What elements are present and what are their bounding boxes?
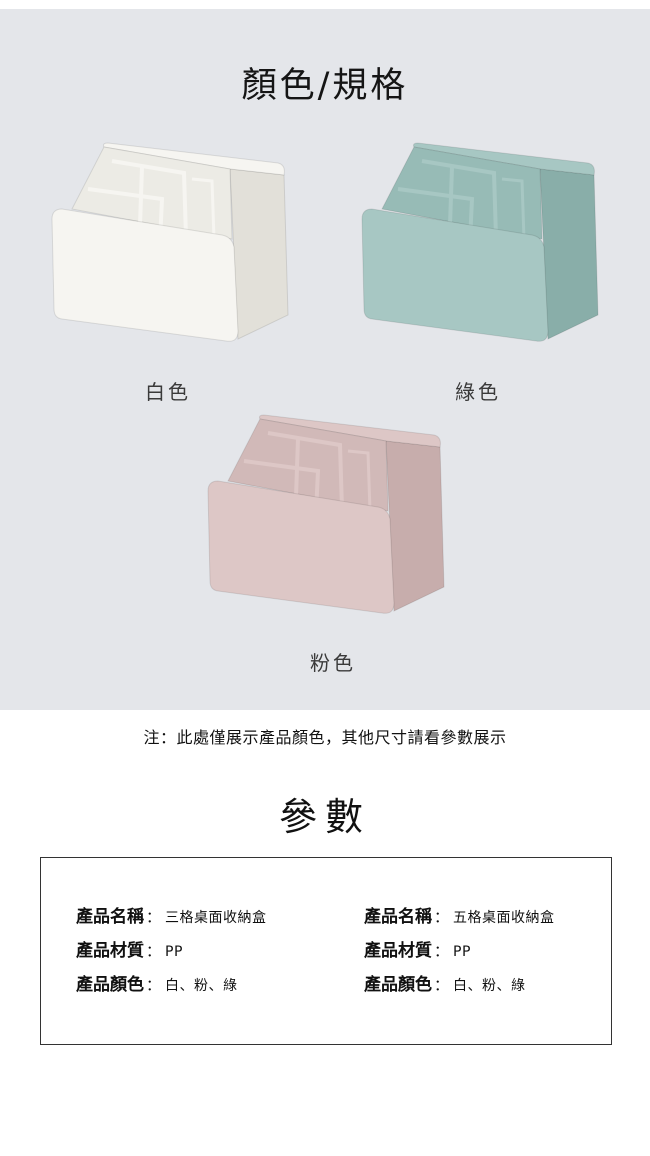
spec-colon: ： bbox=[146, 976, 162, 994]
spec-value: 五格桌面收納盒 bbox=[453, 910, 555, 926]
organizer-pink-illustration bbox=[207, 414, 445, 614]
spec-colon: ： bbox=[146, 908, 162, 926]
colors-section-title: 顏色/規格 bbox=[241, 66, 409, 106]
spec-row: 產品名稱：三格桌面收納盒 bbox=[76, 902, 267, 936]
product-image-pink bbox=[198, 411, 448, 623]
organizer-divider bbox=[448, 166, 454, 226]
top-strip bbox=[0, 0, 650, 9]
organizer-divider bbox=[294, 438, 300, 498]
color-note: 注：此處僅展示產品顏色，其他尺寸請看參數展示 bbox=[143, 728, 507, 747]
spec-value: 三格桌面收納盒 bbox=[165, 910, 267, 926]
spec-column-three-grid: 產品名稱：三格桌面收納盒 產品材質： PP 產品顏色：白、粉、綠 bbox=[76, 902, 267, 1004]
spec-value: 白、粉、綠 bbox=[453, 978, 526, 994]
organizer-green-illustration bbox=[361, 142, 599, 342]
spec-key: 產品名稱 bbox=[364, 907, 432, 927]
spec-key: 產品顏色 bbox=[364, 975, 432, 995]
spec-value: PP bbox=[453, 944, 471, 960]
organizer-side-panel bbox=[539, 168, 599, 340]
spec-key: 產品顏色 bbox=[76, 975, 144, 995]
spec-section-title: 參數 bbox=[278, 795, 371, 839]
product-image-green bbox=[352, 139, 602, 351]
spec-colon: ： bbox=[434, 976, 450, 994]
spec-colon: ： bbox=[434, 942, 450, 960]
spec-row: 產品材質： PP bbox=[364, 936, 555, 970]
spec-colon: ： bbox=[146, 942, 162, 960]
color-label-green: 綠色 bbox=[455, 380, 501, 404]
spec-colon: ： bbox=[434, 908, 450, 926]
spec-value: 白、粉、綠 bbox=[165, 978, 238, 994]
spec-value: PP bbox=[165, 944, 183, 960]
organizer-white-illustration bbox=[51, 142, 289, 342]
spec-row: 產品顏色：白、粉、綠 bbox=[76, 970, 267, 1004]
color-label-white: 白色 bbox=[145, 380, 191, 404]
color-label-pink: 粉色 bbox=[310, 651, 356, 675]
organizer-divider bbox=[138, 166, 144, 226]
color-variants-panel: 顏色/規格 白色 綠色 粉色 bbox=[0, 9, 650, 710]
spec-key: 產品名稱 bbox=[76, 907, 144, 927]
spec-row: 產品名稱：五格桌面收納盒 bbox=[364, 902, 555, 936]
organizer-side-panel bbox=[385, 440, 445, 612]
spec-row: 產品顏色：白、粉、綠 bbox=[364, 970, 555, 1004]
organizer-side-panel bbox=[229, 168, 289, 340]
spec-row: 產品材質： PP bbox=[76, 936, 267, 970]
spec-table: 產品名稱：三格桌面收納盒 產品材質： PP 產品顏色：白、粉、綠 產品名稱：五格桌… bbox=[40, 857, 612, 1045]
spec-key: 產品材質 bbox=[76, 941, 144, 961]
spec-column-five-grid: 產品名稱：五格桌面收納盒 產品材質： PP 產品顏色：白、粉、綠 bbox=[364, 902, 555, 1004]
product-image-white bbox=[42, 139, 292, 351]
spec-key: 產品材質 bbox=[364, 941, 432, 961]
